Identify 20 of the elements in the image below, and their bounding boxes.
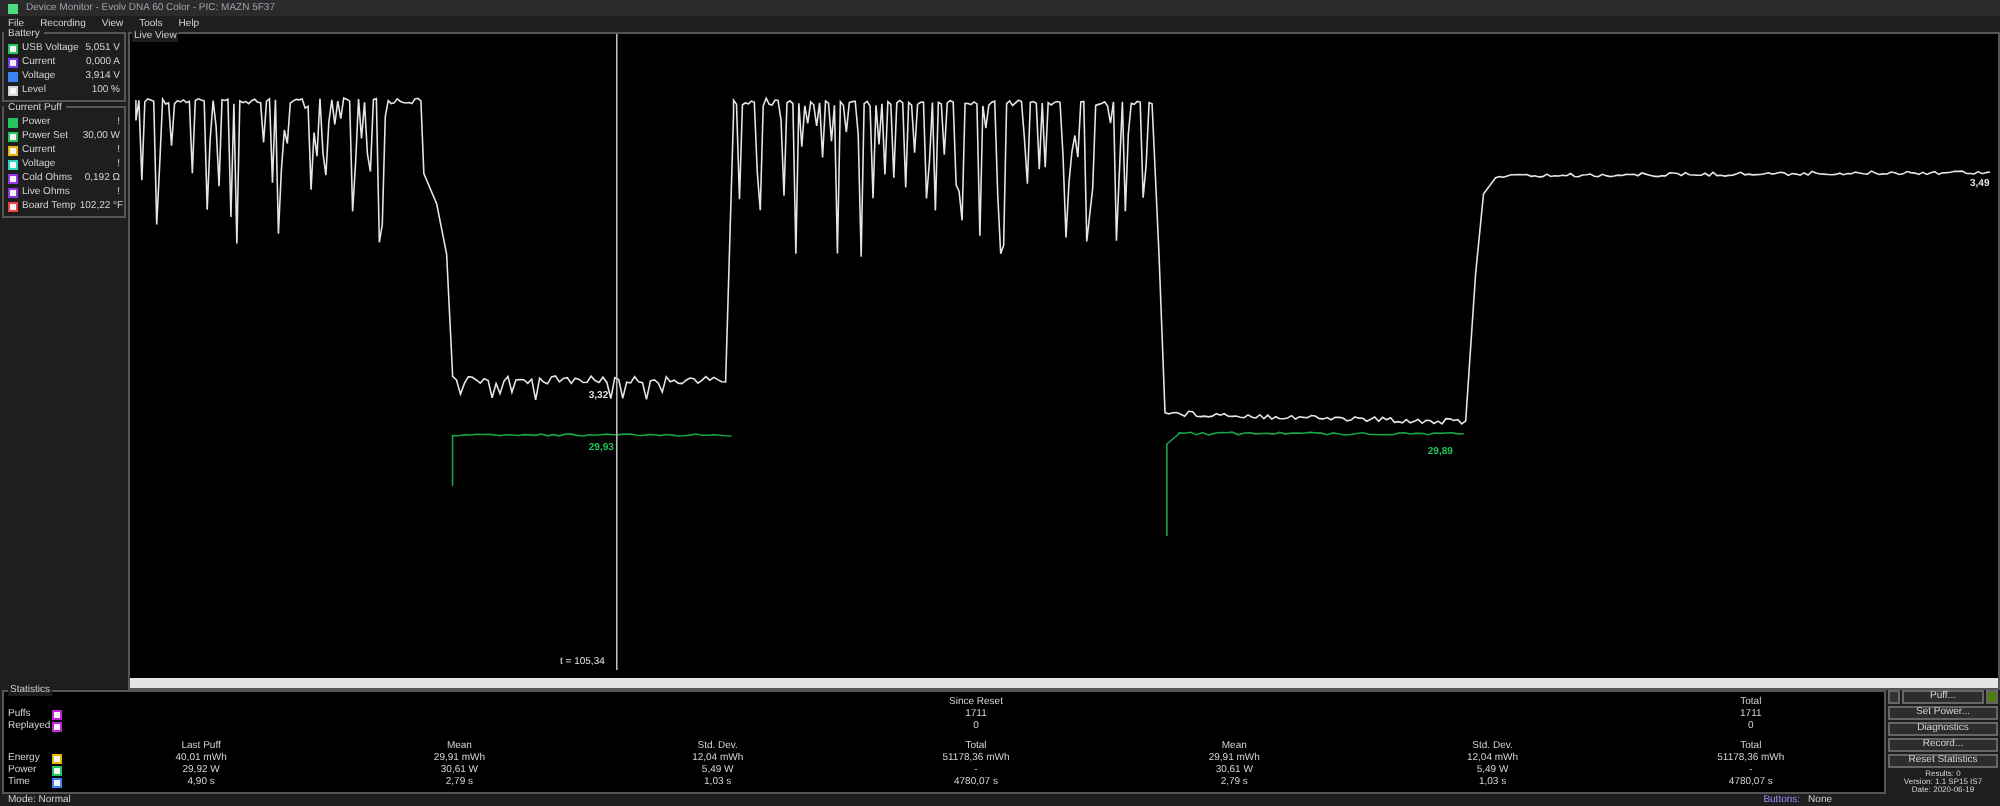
legend-checkbox[interactable] (8, 72, 18, 82)
legend-checkbox[interactable] (8, 118, 18, 128)
legend-checkbox[interactable] (8, 132, 18, 142)
horizontal-scrollbar[interactable] (130, 678, 1998, 688)
pin-icon[interactable] (1888, 690, 1900, 704)
legend-checkbox[interactable] (52, 754, 62, 764)
legend-checkbox[interactable] (8, 146, 18, 156)
legend-checkbox[interactable] (52, 778, 62, 788)
app-icon (8, 3, 18, 13)
legend-checkbox[interactable] (8, 174, 18, 184)
legend-checkbox[interactable] (8, 44, 18, 54)
indicator-icon (1986, 690, 1998, 704)
legend-checkbox[interactable] (8, 58, 18, 68)
legend-checkbox[interactable] (52, 766, 62, 776)
legend-checkbox[interactable] (8, 188, 18, 198)
legend-checkbox[interactable] (52, 710, 62, 720)
cursor-line[interactable] (616, 34, 618, 671)
legend-checkbox[interactable] (8, 202, 18, 212)
legend-checkbox[interactable] (52, 722, 62, 732)
legend-checkbox[interactable] (8, 160, 18, 170)
